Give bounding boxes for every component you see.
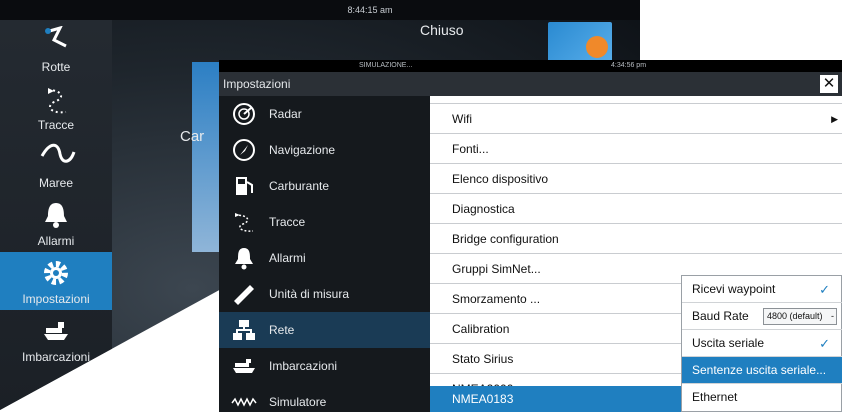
menu-item-tracce[interactable]: Tracce xyxy=(219,204,430,240)
simulator-icon xyxy=(231,397,257,407)
network-icon xyxy=(233,320,255,340)
home-sidebar: Rotte Tracce Maree Allarmi Impostazioni … xyxy=(0,20,112,410)
radar-icon xyxy=(233,103,255,125)
menu-item-radar[interactable]: Radar xyxy=(219,96,430,132)
receive-waypoint-row[interactable]: Ricevi waypoint ✓ xyxy=(682,276,842,303)
home-item-imbarcazioni[interactable]: Imbarcazioni xyxy=(0,310,112,368)
list-item-label: Gruppi SimNet... xyxy=(452,262,541,276)
list-item-label: Elenco dispositivo xyxy=(452,172,549,186)
menu-item-label: Allarmi xyxy=(269,251,306,265)
settings-title-bar: Impostazioni ✕ xyxy=(219,72,842,96)
home-item-label: Allarmi xyxy=(37,234,75,248)
menu-item-navigazione[interactable]: Navigazione xyxy=(219,132,430,168)
menu-item-allarmi[interactable]: Allarmi xyxy=(219,240,430,276)
list-item-elenco-dispositivo[interactable]: Elenco dispositivo xyxy=(430,164,842,194)
receive-waypoint-label: Ricevi waypoint xyxy=(692,282,776,296)
settings-menu: Radar Navigazione Carburante Tracce Alla… xyxy=(219,96,430,412)
home-item-label: Impostazioni xyxy=(22,292,90,306)
ethernet-label: Ethernet xyxy=(692,390,738,404)
home-item-label: Maree xyxy=(38,176,73,190)
partial-tile-label: Car xyxy=(180,128,205,145)
chevron-right-icon: ▶ xyxy=(831,114,838,124)
nmea0183-submenu: Ricevi waypoint ✓ Baud Rate 4800 (defaul… xyxy=(681,275,842,412)
menu-item-label: Rete xyxy=(269,323,295,337)
close-button[interactable]: ✕ xyxy=(820,75,838,93)
list-item-label: Fonti... xyxy=(452,142,489,156)
route-icon xyxy=(45,26,67,48)
home-item-impostazioni[interactable]: Impostazioni xyxy=(0,252,112,310)
list-item-label: Bridge configuration xyxy=(452,232,559,246)
menu-item-label: Navigazione xyxy=(269,143,336,157)
vessels-icon xyxy=(44,322,68,340)
menu-item-label: Carburante xyxy=(269,179,330,193)
compass-icon xyxy=(233,139,255,161)
menu-item-simulatore[interactable]: Simulatore xyxy=(219,384,430,412)
gear-icon xyxy=(44,261,68,285)
menu-item-label: Radar xyxy=(269,107,302,121)
checkbox-checked-icon[interactable]: ✓ xyxy=(819,276,830,303)
page-title: Impostazioni xyxy=(223,77,291,91)
trail-icon xyxy=(47,88,67,114)
simulation-bar: SIMULAZIONE... 4:34:56 pm xyxy=(219,60,842,72)
serial-output-label: Uscita seriale xyxy=(692,336,765,350)
menu-item-carburante[interactable]: Carburante xyxy=(219,168,430,204)
home-item-maree[interactable]: Maree xyxy=(0,136,112,194)
menu-item-label: Unità di misura xyxy=(269,287,350,301)
simulation-label: SIMULAZIONE... xyxy=(359,62,413,69)
menu-item-imbarcazioni[interactable]: Imbarcazioni xyxy=(219,348,430,384)
closed-label: Chiuso xyxy=(420,22,464,38)
close-icon[interactable]: ✕ xyxy=(150,344,167,369)
fuel-icon xyxy=(236,177,253,195)
list-item-label: Wifi xyxy=(452,112,472,126)
list-item-nmea0183-row[interactable]: NMEA0183 xyxy=(430,386,681,412)
menu-item-label: Tracce xyxy=(269,215,306,229)
list-item-partial xyxy=(430,96,842,104)
home-item-rotte[interactable]: Rotte xyxy=(0,20,112,78)
bell-icon xyxy=(45,203,67,228)
list-item-wifi[interactable]: Wifi ▶ xyxy=(430,104,842,134)
menu-item-rete[interactable]: Rete xyxy=(219,312,430,348)
list-item-diagnostica[interactable]: Diagnostica xyxy=(430,194,842,224)
ruler-icon xyxy=(234,285,254,305)
home-clock: 8:44:15 am xyxy=(347,5,393,15)
chevron-down-icon: - xyxy=(831,311,834,321)
serial-sentences-label: Sentenze uscita seriale... xyxy=(692,363,827,377)
serial-sentences-row[interactable]: Sentenze uscita seriale... xyxy=(682,357,842,384)
home-item-label: Imbarcazioni xyxy=(21,350,91,364)
menu-item-label: Simulatore xyxy=(269,395,327,409)
tide-icon xyxy=(40,143,76,163)
home-item-tracce[interactable]: Tracce xyxy=(0,78,112,136)
home-status-bar: 8:44:15 am xyxy=(0,0,640,20)
trail-icon xyxy=(234,213,254,232)
home-item-label: Tracce xyxy=(37,118,75,132)
baud-rate-row: Baud Rate 4800 (default) - xyxy=(682,303,842,330)
list-item-label: Stato Sirius xyxy=(452,352,514,366)
list-item-fonti[interactable]: Fonti... xyxy=(430,134,842,164)
checkbox-checked-icon[interactable]: ✓ xyxy=(819,330,830,357)
baud-rate-value: 4800 (default) xyxy=(767,311,823,321)
ethernet-row[interactable]: Ethernet xyxy=(682,384,842,411)
serial-output-row[interactable]: Uscita seriale ✓ xyxy=(682,330,842,357)
list-item-label: NMEA0183 xyxy=(452,392,514,406)
vessels-icon xyxy=(233,359,255,373)
bell-icon xyxy=(235,248,253,270)
baud-rate-label: Baud Rate xyxy=(692,309,749,323)
simulation-time: 4:34:56 pm xyxy=(611,62,647,69)
list-item-bridge-configuration[interactable]: Bridge configuration xyxy=(430,224,842,254)
menu-item-unita-misura[interactable]: Unità di misura xyxy=(219,276,430,312)
menu-item-label: Imbarcazioni xyxy=(269,359,338,373)
list-item-label: Smorzamento ... xyxy=(452,292,541,306)
baud-rate-select[interactable]: 4800 (default) - xyxy=(763,308,837,325)
partial-tile-label: Aut xyxy=(198,312,221,329)
home-item-label: Rotte xyxy=(41,60,71,74)
home-item-allarmi[interactable]: Allarmi xyxy=(0,194,112,252)
settings-dot-icon xyxy=(586,36,608,58)
list-item-label: Diagnostica xyxy=(452,202,515,216)
list-item-label: Calibration xyxy=(452,322,510,336)
